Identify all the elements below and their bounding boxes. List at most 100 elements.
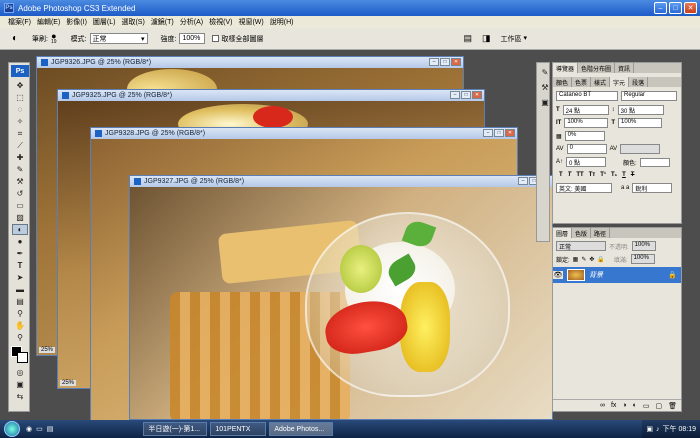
- brush-tool-icon[interactable]: ✎: [12, 164, 28, 175]
- maximize-button[interactable]: □: [669, 2, 682, 14]
- quicklaunch-ie-icon[interactable]: ◉: [26, 425, 32, 433]
- history-brush-tool-icon[interactable]: ↺: [12, 188, 28, 199]
- bridge-icon[interactable]: ◨: [482, 33, 491, 44]
- doc-close-button[interactable]: ✕: [505, 129, 515, 137]
- tool-presets-panel-icon[interactable]: ⚒: [537, 82, 553, 93]
- path-selection-tool-icon[interactable]: ➤: [12, 272, 28, 283]
- quicklaunch-folder-icon[interactable]: ▤: [47, 425, 54, 433]
- faux-bold-button[interactable]: T: [559, 172, 563, 178]
- screen-mode-icon[interactable]: ▣: [12, 379, 28, 390]
- doc-close-button[interactable]: ✕: [472, 91, 482, 99]
- menu-analysis[interactable]: 分析(A): [180, 17, 203, 27]
- document-title-bar[interactable]: JGP9326.JPG @ 25% (RGB/8*) – □ ✕: [37, 57, 463, 68]
- tab-channels[interactable]: 色版: [572, 228, 592, 238]
- menu-file[interactable]: 檔案(F): [8, 17, 31, 27]
- tab-histogram[interactable]: 色階分布圖: [578, 63, 616, 73]
- taskbar-item[interactable]: 101PENTX: [210, 422, 267, 436]
- blend-mode-select[interactable]: 正常: [556, 241, 606, 251]
- zoom-level[interactable]: 25%: [60, 380, 77, 386]
- font-family-select[interactable]: Cataneo BT: [556, 91, 618, 101]
- pen-tool-icon[interactable]: ✒: [12, 248, 28, 259]
- minimize-button[interactable]: –: [654, 2, 667, 14]
- leading-input[interactable]: 30 點: [617, 105, 664, 115]
- tab-paths[interactable]: 路徑: [591, 228, 611, 238]
- superscript-button[interactable]: T¹: [600, 172, 606, 178]
- taskbar-item[interactable]: Adobe Photos...: [269, 422, 334, 436]
- antialias-select[interactable]: 銳利: [632, 183, 673, 193]
- menu-image[interactable]: 影像(I): [66, 17, 87, 27]
- link-layers-icon[interactable]: ∞: [600, 402, 605, 409]
- healing-brush-tool-icon[interactable]: ✚: [12, 152, 28, 163]
- tab-navigator[interactable]: 導覽器: [553, 63, 579, 73]
- kerning-input[interactable]: [620, 144, 661, 154]
- tab-paragraph[interactable]: 段落: [629, 77, 649, 87]
- text-color-swatch[interactable]: [639, 157, 670, 167]
- clock[interactable]: 下午 08:19: [663, 424, 696, 434]
- workspace-button[interactable]: 工作區 ▾: [501, 34, 528, 44]
- dodge-tool-icon[interactable]: ●: [12, 236, 28, 247]
- brushes-panel-icon[interactable]: ✎: [537, 67, 553, 78]
- all-caps-button[interactable]: TT: [576, 172, 583, 178]
- move-tool-icon[interactable]: ✥: [12, 80, 28, 91]
- tool-preset-icon[interactable]: ▤: [463, 33, 472, 44]
- smudge-tool-icon[interactable]: ◐: [12, 33, 18, 44]
- tsume-input[interactable]: 0%: [564, 131, 605, 141]
- clone-stamp-tool-icon[interactable]: ⚒: [12, 176, 28, 187]
- fill-input[interactable]: 100%: [630, 254, 655, 264]
- layer-style-icon[interactable]: fx: [611, 402, 616, 409]
- adjustment-layer-icon[interactable]: ◐: [633, 402, 637, 409]
- subscript-button[interactable]: T₁: [611, 172, 617, 178]
- small-caps-button[interactable]: Tт: [589, 172, 596, 178]
- volume-icon[interactable]: ♪: [656, 426, 660, 433]
- tab-character[interactable]: 字元: [610, 77, 630, 87]
- brush-preset-picker[interactable]: ● 19: [51, 31, 57, 45]
- trash-icon[interactable]: 🗑: [668, 402, 677, 410]
- font-size-input[interactable]: 24 點: [562, 105, 609, 115]
- tab-color[interactable]: 顏色: [553, 77, 573, 87]
- tab-layers[interactable]: 圖層: [553, 228, 573, 238]
- document-canvas[interactable]: [130, 187, 552, 419]
- strikethrough-button[interactable]: T: [631, 172, 635, 178]
- background-color[interactable]: [17, 352, 28, 363]
- font-style-select[interactable]: Regular: [621, 91, 677, 101]
- menu-layer[interactable]: 圖層(L): [93, 17, 116, 27]
- language-select[interactable]: 英文: 美國: [556, 183, 612, 193]
- zoom-level[interactable]: 25%: [39, 347, 56, 353]
- doc-maximize-button[interactable]: □: [461, 91, 471, 99]
- doc-close-button[interactable]: ✕: [451, 58, 461, 66]
- hand-tool-icon[interactable]: ✋: [12, 320, 28, 331]
- faux-italic-button[interactable]: T: [568, 172, 572, 178]
- lasso-tool-icon[interactable]: ◌: [12, 104, 28, 115]
- new-layer-icon[interactable]: ▢: [655, 402, 662, 410]
- doc-maximize-button[interactable]: □: [494, 129, 504, 137]
- eye-icon[interactable]: 👁: [553, 271, 563, 279]
- quicklaunch-desktop-icon[interactable]: ▭: [36, 425, 43, 433]
- zoom-tool-icon[interactable]: ⚲: [12, 332, 28, 343]
- doc-minimize-button[interactable]: –: [518, 177, 528, 185]
- layer-row[interactable]: 👁 背景 🔒: [553, 267, 681, 283]
- menu-view[interactable]: 檢視(V): [209, 17, 232, 27]
- clone-source-panel-icon[interactable]: ▣: [537, 97, 553, 108]
- sample-all-checkbox[interactable]: [212, 35, 220, 42]
- menu-select[interactable]: 選取(S): [121, 17, 144, 27]
- menu-edit[interactable]: 編輯(E): [37, 17, 60, 27]
- taskbar-item[interactable]: 半日遊(一)-第1...: [143, 422, 208, 436]
- lock-image-icon[interactable]: ✎: [581, 256, 586, 263]
- document-window[interactable]: JGP9327.JPG @ 25% (RGB/8*) –□✕: [129, 175, 553, 420]
- new-group-icon[interactable]: ▭: [643, 402, 650, 410]
- lock-transparency-icon[interactable]: ▦: [573, 256, 579, 263]
- eraser-tool-icon[interactable]: ▭: [12, 200, 28, 211]
- document-title-bar[interactable]: JGP9325.JPG @ 25% (RGB/8*) – □ ✕: [58, 90, 484, 101]
- tracking-input[interactable]: 0: [566, 144, 607, 154]
- type-tool-icon[interactable]: T: [12, 260, 28, 271]
- menu-filter[interactable]: 濾鏡(T): [151, 17, 174, 27]
- color-swatches[interactable]: [11, 346, 29, 364]
- mode-select[interactable]: 正常 ▾: [89, 33, 148, 44]
- eyedropper-tool-icon[interactable]: ⚲: [12, 308, 28, 319]
- add-mask-icon[interactable]: ◑: [622, 402, 626, 409]
- quick-mask-icon[interactable]: ◎: [12, 367, 28, 378]
- magic-wand-tool-icon[interactable]: ✧: [12, 116, 28, 127]
- doc-minimize-button[interactable]: –: [429, 58, 439, 66]
- document-title-bar[interactable]: JGP9327.JPG @ 25% (RGB/8*) –□✕: [130, 176, 552, 187]
- doc-minimize-button[interactable]: –: [450, 91, 460, 99]
